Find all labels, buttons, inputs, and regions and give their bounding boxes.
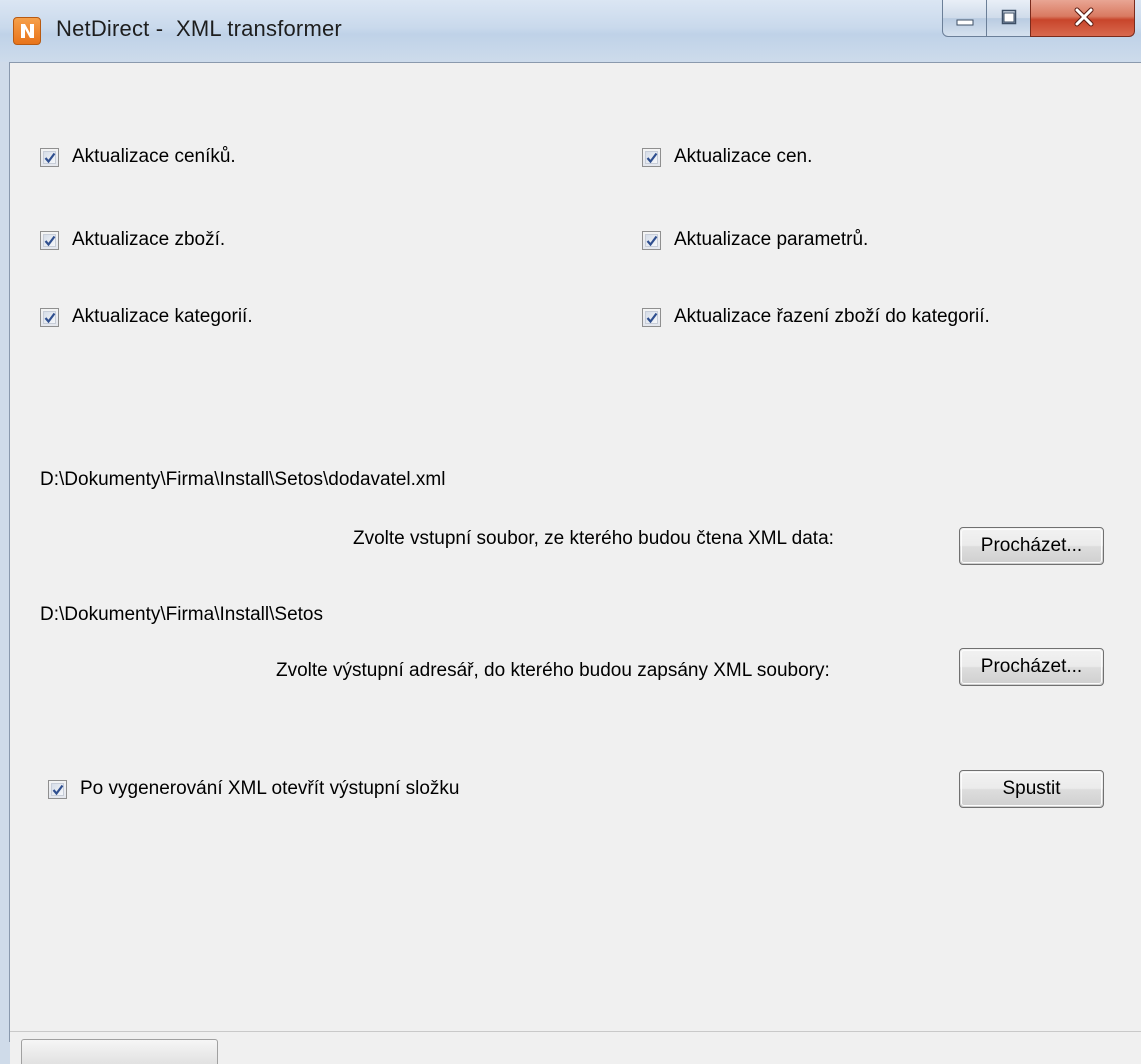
status-panel xyxy=(21,1039,218,1064)
window-title: NetDirect - XML transformer xyxy=(56,16,342,41)
checkbox-box[interactable] xyxy=(642,230,661,250)
app-window: NetDirect - XML transformer Aktualizace … xyxy=(0,0,1141,1064)
checkbox-update-pricelists[interactable]: Aktualizace ceníků. xyxy=(40,144,236,170)
browse-output-dir-button[interactable]: Procházet... xyxy=(959,648,1104,686)
input-file-path: D:\Dokumenty\Firma\Install\Setos\dodavat… xyxy=(40,469,446,490)
checkbox-box[interactable] xyxy=(40,307,59,327)
checkbox-update-goods[interactable]: Aktualizace zboží. xyxy=(40,227,225,253)
close-button[interactable] xyxy=(1030,0,1135,37)
caption-buttons xyxy=(942,0,1138,38)
checkmark-icon xyxy=(52,784,64,795)
checkbox-label: Aktualizace cen. xyxy=(674,146,813,167)
checkbox-box[interactable] xyxy=(642,307,661,327)
checkbox-box[interactable] xyxy=(48,779,67,799)
close-icon xyxy=(1074,7,1094,27)
checkmark-icon xyxy=(44,152,56,163)
checkmark-icon xyxy=(646,152,658,163)
checkbox-label: Aktualizace zboží. xyxy=(72,229,226,250)
checkmark-icon xyxy=(646,235,658,246)
checkbox-open-output-folder[interactable]: Po vygenerování XML otevřít výstupní slo… xyxy=(48,776,459,802)
maximize-icon xyxy=(1001,9,1017,25)
checkbox-label: Aktualizace řazení zboží do kategorií. xyxy=(674,306,990,327)
maximize-button[interactable] xyxy=(986,0,1031,37)
checkbox-label: Po vygenerování XML otevřít výstupní slo… xyxy=(80,778,460,799)
checkmark-icon xyxy=(44,235,56,246)
title-bar[interactable]: NetDirect - XML transformer xyxy=(0,0,1141,62)
run-button[interactable]: Spustit xyxy=(959,770,1104,808)
checkbox-update-prices[interactable]: Aktualizace cen. xyxy=(642,144,812,170)
minimize-button[interactable] xyxy=(942,0,987,37)
checkbox-box[interactable] xyxy=(40,147,59,167)
checkbox-update-parameters[interactable]: Aktualizace parametrů. xyxy=(642,227,868,253)
status-bar xyxy=(10,1031,1141,1064)
checkbox-update-goods-category-assignment[interactable]: Aktualizace řazení zboží do kategorií. xyxy=(642,304,990,330)
netdirect-app-icon[interactable] xyxy=(13,17,41,45)
input-file-prompt: Zvolte vstupní soubor, ze kterého budou … xyxy=(353,528,834,549)
browse-input-file-button[interactable]: Procházet... xyxy=(959,527,1104,565)
checkmark-icon xyxy=(646,312,658,323)
client-area: Aktualizace ceníků. Aktualizace zboží. A… xyxy=(9,62,1141,1042)
checkbox-label: Aktualizace ceníků. xyxy=(72,146,236,167)
output-dir-prompt: Zvolte výstupní adresář, do kterého budo… xyxy=(276,660,830,681)
checkbox-update-categories[interactable]: Aktualizace kategorií. xyxy=(40,304,253,330)
output-dir-path: D:\Dokumenty\Firma\Install\Setos xyxy=(40,604,323,625)
checkbox-box[interactable] xyxy=(642,147,661,167)
checkbox-label: Aktualizace parametrů. xyxy=(674,229,869,250)
minimize-icon xyxy=(956,19,974,26)
checkmark-icon xyxy=(44,312,56,323)
checkbox-label: Aktualizace kategorií. xyxy=(72,306,253,327)
checkbox-box[interactable] xyxy=(40,230,59,250)
